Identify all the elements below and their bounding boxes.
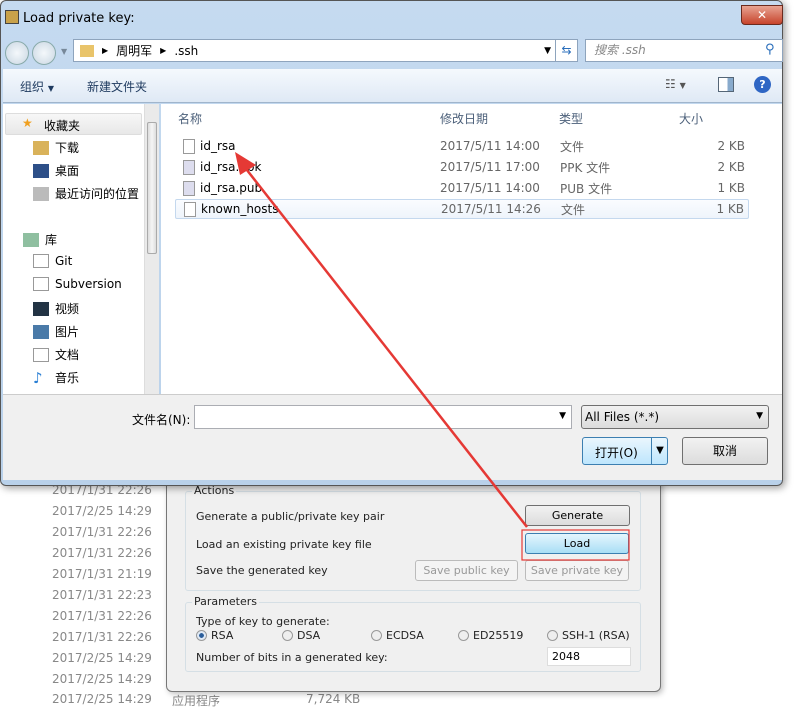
annotation-highlight-box	[521, 529, 630, 561]
annotation-arrowhead	[235, 152, 256, 175]
annotation-arrow-line	[242, 164, 528, 528]
annotation-overlay	[235, 152, 630, 561]
